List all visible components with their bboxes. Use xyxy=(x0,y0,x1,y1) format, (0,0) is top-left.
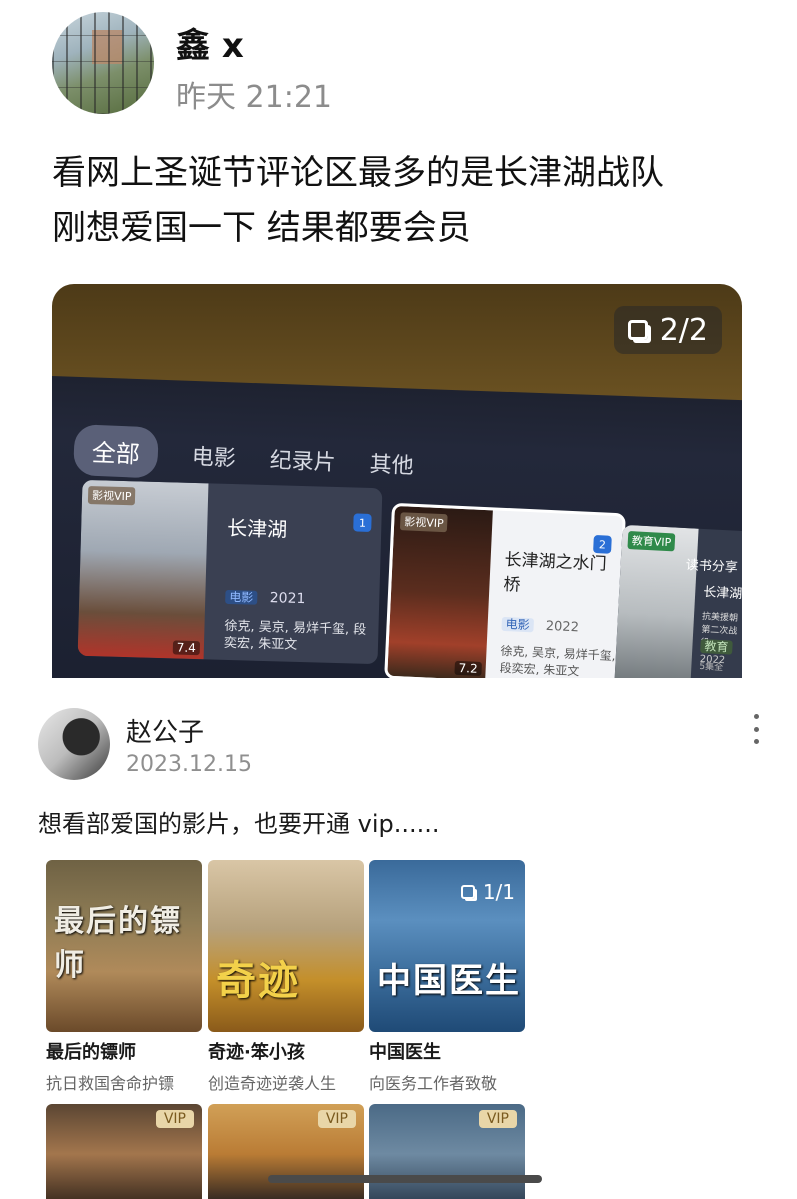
tv-tab: 纪录片 xyxy=(269,447,337,476)
post-text: 看网上圣诞节评论区最多的是长津湖战队 刚想爱国一下 结果都要会员 xyxy=(52,146,772,256)
photo-counter: 1/1 xyxy=(460,880,515,904)
movie-poster: VIP xyxy=(369,1104,525,1199)
vip-badge: 教育VIP xyxy=(627,531,676,552)
gallery-icon xyxy=(460,885,475,899)
movie-meta: 电影 2021 xyxy=(225,588,306,607)
tv-card: 读书分享 湖》 xyxy=(681,540,742,664)
more-options-icon[interactable] xyxy=(751,714,761,744)
vip-badge: VIP xyxy=(478,1110,517,1128)
movie-year: 2021 xyxy=(269,590,306,608)
movie-title: 最后的镖师 xyxy=(46,1042,136,1063)
post-time: 昨天 21:21 xyxy=(176,80,332,115)
post-time: 2023.12.15 xyxy=(126,752,252,777)
vip-badge: 影视VIP xyxy=(399,512,449,533)
post-photo[interactable]: 2/2 全部 电影 纪录片 其他 影视VIP 7.4 长津湖 1 电影 2021… xyxy=(52,284,742,678)
vip-badge: 影视VIP xyxy=(87,486,136,506)
post-photo[interactable]: 最后的镖师 最后的镖师 抗日救国舍命护镖 奇迹 奇迹·笨小孩 创造奇迹逆袭人生 … xyxy=(38,856,534,1199)
result-number: 1 xyxy=(353,513,372,532)
movie-poster: 奇迹 xyxy=(208,860,364,1032)
movie-title: 中国医生 xyxy=(369,1042,441,1063)
home-indicator[interactable] xyxy=(268,1175,542,1183)
movie-cast: 徐克, 吴京, 易烊千玺, 段奕宏, 朱亚文 xyxy=(499,643,616,678)
movie-description: 向医务工作者致敬 xyxy=(369,1074,498,1093)
movie-poster: VIP xyxy=(46,1104,202,1199)
movie-poster: 影视VIP 7.2 xyxy=(387,505,493,678)
gallery-icon xyxy=(627,320,648,340)
photo-counter-text: 2/2 xyxy=(659,312,708,348)
movie-title: 读书分享 湖》 xyxy=(685,557,742,577)
tv-tab: 电影 xyxy=(191,444,237,472)
movie-description: 抗日救国舍命护镖 xyxy=(46,1074,175,1093)
movie-poster: VIP xyxy=(208,1104,364,1199)
author-name[interactable]: 鑫 x xyxy=(176,18,244,67)
movie-poster: 影视VIP 7.4 xyxy=(77,479,209,660)
movie-tile: 最后的镖师 最后的镖师 抗日救国舍命护镖 xyxy=(46,860,202,1094)
post-1: 鑫 x 昨天 21:21 看网上圣诞节评论区最多的是长津湖战队 刚想爱国一下 结… xyxy=(0,0,797,678)
movie-title: 奇迹·笨小孩 xyxy=(208,1042,305,1063)
movie-tile: 奇迹 奇迹·笨小孩 创造奇迹逆袭人生 xyxy=(208,860,364,1094)
post-2: 赵公子 2023.12.15 想看部爱国的影片，也要开通 vip...... 最… xyxy=(0,678,797,1199)
rating: 7.4 xyxy=(172,640,201,656)
author-avatar[interactable] xyxy=(38,708,110,780)
movie-description: 创造奇迹逆袭人生 xyxy=(208,1074,337,1093)
category-tag: 电影 xyxy=(225,589,258,605)
poster-title: 中国医生 xyxy=(377,961,521,1001)
result-number: 2 xyxy=(593,534,612,554)
author-name[interactable]: 赵公子 xyxy=(126,712,204,749)
vip-badge: VIP xyxy=(155,1110,194,1128)
movie-tile: VIP xyxy=(369,1104,525,1199)
poster-title: 奇迹 xyxy=(216,958,300,1004)
tv-tab: 其他 xyxy=(369,451,415,479)
movie-meta: 电影 2022 xyxy=(501,615,579,635)
movie-title: 长津湖 xyxy=(226,515,288,542)
tv-tab: 全部 xyxy=(72,424,159,479)
photo-counter-text: 1/1 xyxy=(482,880,515,904)
tv-card: 影视VIP 7.4 长津湖 1 电影 2021 徐克, 吴京, 易烊千玺, 段奕… xyxy=(77,479,383,665)
movie-tile: 中国医生 1/1 中国医生 向医务工作者致敬 xyxy=(369,860,525,1094)
rating: 7.2 xyxy=(454,660,482,677)
author-avatar[interactable] xyxy=(52,12,154,114)
movie-poster: 中国医生 1/1 xyxy=(369,860,525,1032)
category-tag: 电影 xyxy=(501,616,535,633)
post-text-line: 看网上圣诞节评论区最多的是长津湖战队 xyxy=(52,153,664,193)
movie-tile: VIP xyxy=(208,1104,364,1199)
poster-title: 最后的镖师 xyxy=(54,904,182,983)
movie-poster: 最后的镖师 xyxy=(46,860,202,1032)
post-text: 想看部爱国的影片，也要开通 vip...... xyxy=(38,810,440,838)
movie-year: 2022 xyxy=(545,618,580,636)
photo-counter: 2/2 xyxy=(613,306,722,354)
movie-cast: 徐克, 吴京, 易烊千玺, 段奕宏, 朱亚文 xyxy=(223,618,367,653)
vip-badge: VIP xyxy=(317,1110,356,1128)
movie-tile: VIP xyxy=(46,1104,202,1199)
tv-card-selected: 影视VIP 7.2 长津湖之水门桥 2 电影 2022 徐克, 吴京, 易烊千玺… xyxy=(384,502,626,678)
post-text-line: 刚想爱国一下 结果都要会员 xyxy=(52,208,471,248)
